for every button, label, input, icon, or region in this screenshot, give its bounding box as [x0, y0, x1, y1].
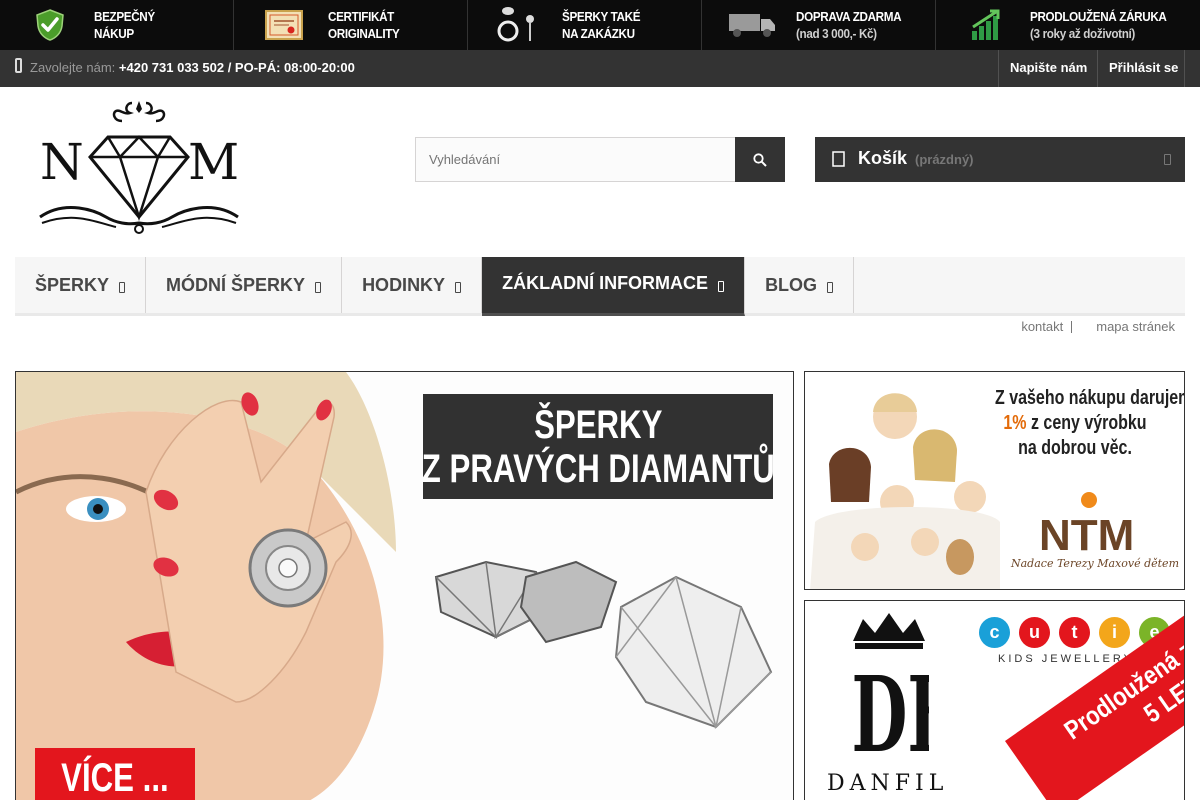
cutie-letter: i	[1099, 617, 1130, 648]
ntm-logo: NTM	[1037, 490, 1142, 560]
crown-icon: DF	[851, 613, 929, 771]
charity-line3: na dobrou věc.	[1018, 437, 1132, 459]
menu-item-watches[interactable]: HODINKY	[342, 257, 483, 313]
chevron-down-icon	[827, 282, 834, 293]
ring-icon	[488, 0, 548, 50]
sitemap-link[interactable]: mapa stránek	[1088, 319, 1175, 334]
chevron-down-icon	[1164, 154, 1171, 165]
benefit-line2: ORIGINALITY	[328, 26, 400, 41]
benefit-extended-warranty[interactable]: PRODLOUŽENÁ ZÁRUKA (3 roky až doživotní)	[936, 0, 1200, 50]
charity-line2: 1% z ceny výrobku	[995, 411, 1155, 436]
main-menu: ŠPERKY MÓDNÍ ŠPERKY HODINKY ZÁKLADNÍ INF…	[15, 257, 1185, 316]
ntm-logo-text: NTM	[1039, 511, 1134, 554]
chevron-down-icon	[718, 280, 725, 292]
menu-item-basic-info[interactable]: ZÁKLADNÍ INFORMACE	[482, 257, 746, 316]
benefit-line2: (3 roky až doživotní)	[1030, 26, 1135, 41]
svg-text:N: N	[40, 133, 84, 191]
menu-item-label: ŠPERKY	[35, 274, 110, 295]
charity-text: Z vašeho nákupu darujeme 1% z ceny výrob…	[975, 386, 1185, 461]
menu-item-blog[interactable]: BLOG	[745, 257, 855, 313]
kids-jewellery-label: KIDS JEWELLERY	[998, 653, 1134, 665]
benefit-line1: BEZPEČNÝ	[94, 9, 155, 24]
benefit-secure-purchase[interactable]: BEZPEČNÝ NÁKUP	[0, 0, 234, 50]
benefit-line2: NA ZAKÁZKU	[562, 26, 635, 41]
benefit-line2: NÁKUP	[94, 26, 134, 41]
charity-line2-rest: z ceny výrobku	[1026, 412, 1147, 434]
benefit-line1: PRODLOUŽENÁ ZÁRUKA	[1030, 9, 1167, 24]
phone-icon	[15, 58, 22, 73]
hero-headline: ŠPERKY Z PRAVÝCH DIAMANTŮ	[421, 394, 775, 499]
secondary-links: kontakt mapa stránek	[1013, 319, 1175, 334]
chevron-down-icon	[455, 282, 462, 293]
truck-icon	[722, 0, 782, 50]
search-button[interactable]	[735, 137, 785, 182]
menu-item-label: HODINKY	[362, 274, 446, 295]
benefit-certificate[interactable]: CERTIFIKÁT ORIGINALITY	[234, 0, 468, 50]
contact-link[interactable]: kontakt	[1013, 319, 1071, 334]
cutie-letter: t	[1059, 617, 1090, 648]
hero-title-line2: Z PRAVÝCH DIAMANTŮ	[421, 446, 775, 491]
menu-item-label: ZÁKLADNÍ INFORMACE	[502, 273, 709, 293]
more-button[interactable]: VÍCE ...	[35, 748, 195, 800]
brand-banner[interactable]: DF DANFIL c u t i e KIDS JEWELLERY Prodl…	[804, 600, 1185, 800]
cart-label: Košík	[858, 148, 908, 168]
charity-banner[interactable]: Z vašeho nákupu darujeme 1% z ceny výrob…	[804, 371, 1185, 590]
cutie-letter: c	[979, 617, 1010, 648]
growth-chart-icon	[956, 0, 1016, 50]
cutie-letter: u	[1019, 617, 1050, 648]
site-logo[interactable]: N M	[36, 99, 242, 235]
charity-line1: Z vašeho nákupu darujeme	[995, 387, 1185, 409]
menu-item-fashion-jewelry[interactable]: MÓDNÍ ŠPERKY	[146, 257, 343, 313]
cart-block[interactable]: Košík (prázdný)	[815, 137, 1185, 182]
phone-hours[interactable]: +420 731 033 502 / PO-PÁ: 08:00-20:00	[119, 60, 355, 75]
call-label: Zavolejte nám:	[30, 60, 116, 75]
more-button-label: VÍCE ...	[61, 756, 169, 800]
menu-item-label: BLOG	[765, 274, 818, 295]
benefits-bar: BEZPEČNÝ NÁKUP CERTIFIKÁT ORIGINALITY ŠP…	[0, 0, 1200, 50]
contact-info: Zavolejte nám: +420 731 033 502 / PO-PÁ:…	[30, 60, 355, 75]
link-divider	[1071, 321, 1088, 333]
chevron-down-icon	[119, 282, 126, 293]
cart-icon	[832, 151, 845, 167]
contact-bar: Zavolejte nám: +420 731 033 502 / PO-PÁ:…	[0, 50, 1200, 87]
charity-percent: 1%	[1003, 412, 1027, 434]
hero-title-line1: ŠPERKY	[533, 402, 663, 447]
shield-check-icon	[20, 0, 80, 50]
cart-status: (prázdný)	[915, 152, 974, 167]
certificate-icon	[254, 0, 314, 50]
benefit-line1: CERTIFIKÁT	[328, 9, 394, 24]
search-input[interactable]	[415, 137, 736, 182]
contact-us-link[interactable]: Napište nám	[998, 50, 1097, 87]
benefit-line1: DOPRAVA ZDARMA	[796, 9, 902, 24]
menu-item-jewelry[interactable]: ŠPERKY	[15, 257, 147, 313]
search-form	[415, 137, 785, 182]
search-icon	[753, 152, 767, 167]
login-link[interactable]: Přihlásit se	[1097, 50, 1185, 87]
benefit-line1: ŠPERKY TAKÉ	[562, 9, 641, 24]
svg-text:M: M	[188, 133, 239, 191]
foundation-name: Nadace Terezy Maxové dětem	[1011, 557, 1179, 570]
benefit-custom-jewelry[interactable]: ŠPERKY TAKÉ NA ZAKÁZKU	[468, 0, 702, 50]
menu-item-label: MÓDNÍ ŠPERKY	[166, 274, 306, 295]
df-monogram: DF	[851, 655, 929, 771]
danfil-brand: DANFIL	[827, 771, 949, 796]
hero-banner[interactable]: ŠPERKY Z PRAVÝCH DIAMANTŮ VÍCE ...	[15, 371, 794, 800]
benefit-line2: (nad 3 000,- Kč)	[796, 26, 877, 41]
chevron-down-icon	[315, 282, 322, 293]
benefit-free-shipping[interactable]: DOPRAVA ZDARMA (nad 3 000,- Kč)	[702, 0, 936, 50]
